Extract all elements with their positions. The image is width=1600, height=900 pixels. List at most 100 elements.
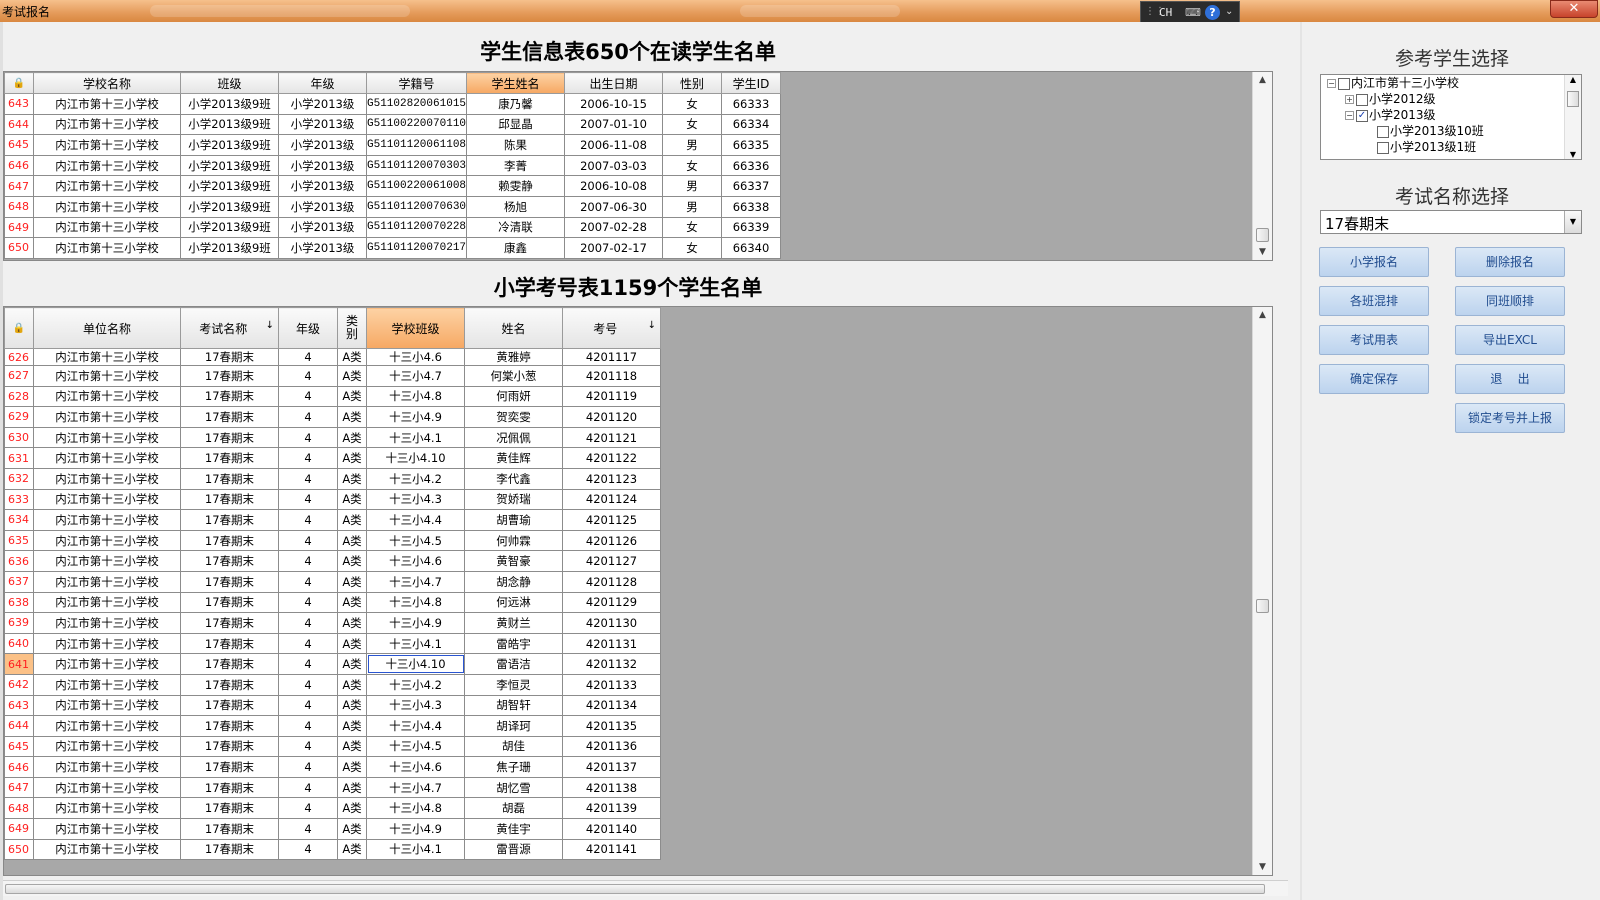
table-cell[interactable]: 内江市第十三小学校 (33, 385, 181, 408)
row-number[interactable]: 638 (4, 591, 34, 614)
table-cell[interactable]: 冷清联 (466, 216, 566, 239)
table-cell[interactable]: 雷皓宇 (464, 632, 563, 655)
student-grid-scrollbar[interactable]: ▲ ▼ (1252, 72, 1272, 260)
table-cell[interactable]: 黄佳辉 (464, 447, 563, 469)
table-cell[interactable]: A类 (337, 509, 367, 531)
table-cell[interactable]: 4201119 (562, 385, 661, 408)
table-cell[interactable]: 十三小4.3 (366, 694, 465, 717)
lock-upload-button[interactable]: 锁定考号并上报 (1455, 403, 1565, 433)
table-cell[interactable]: G51101120070630 (365, 195, 468, 218)
table-cell[interactable]: 内江市第十三小学校 (33, 591, 181, 614)
table-cell[interactable]: 4201140 (562, 818, 661, 840)
table-row[interactable]: 644 内江市第十三小学校 小学2013级9班 小学2013级 G51100220070… (4, 113, 782, 136)
row-number[interactable]: 631 (4, 447, 34, 469)
table-row[interactable]: 643 内江市第十三小学校 小学2013级9班 小学2013级 G51102820061… (4, 93, 782, 115)
table-cell[interactable]: 雷语洁 (464, 653, 563, 675)
table-cell[interactable]: 男 (662, 195, 723, 218)
table-cell[interactable]: 4 (278, 426, 338, 449)
table-cell[interactable]: 内江市第十三小学校 (33, 776, 181, 799)
column-header[interactable]: 考号 ↓ (562, 307, 661, 349)
table-cell[interactable]: 内江市第十三小学校 (33, 797, 181, 820)
table-cell[interactable]: 4201135 (562, 715, 661, 737)
table-cell[interactable]: 十三小4.5 (366, 529, 465, 552)
table-cell[interactable]: 小学2013级 (278, 175, 367, 197)
table-cell[interactable]: 内江市第十三小学校 (33, 818, 181, 840)
scroll-down-icon[interactable]: ▼ (1253, 244, 1272, 260)
column-header[interactable]: 学校名称 (33, 72, 181, 94)
table-cell[interactable]: 赖雯静 (466, 175, 566, 197)
table-cell[interactable]: 17春期末 (180, 426, 279, 449)
table-cell[interactable]: 内江市第十三小学校 (33, 365, 181, 387)
table-cell[interactable]: 4 (278, 776, 338, 799)
table-row[interactable]: 645 内江市第十三小学校 17春期末 4 A类 十三小4.5 胡佳 4201136 (4, 735, 661, 758)
tree-node-2012[interactable]: + 小学2012级 (1345, 91, 1436, 107)
table-cell[interactable]: 4201138 (562, 776, 661, 799)
exam-table-button[interactable]: 考试用表 (1319, 325, 1429, 355)
row-number[interactable]: 649 (4, 216, 34, 239)
table-cell[interactable]: 17春期末 (180, 591, 279, 614)
table-cell[interactable]: 焦子珊 (464, 756, 563, 778)
column-header[interactable]: 学校班级 (366, 307, 465, 349)
table-cell[interactable]: 十三小4.3 (366, 488, 465, 511)
table-cell[interactable]: 李代鑫 (464, 467, 563, 490)
table-cell[interactable]: 4 (278, 365, 338, 387)
table-cell[interactable]: 4201121 (562, 426, 661, 449)
same-class-order-button[interactable]: 同班顺排 (1455, 286, 1565, 316)
column-header[interactable]: 年级 (278, 72, 367, 94)
table-cell[interactable]: 4 (278, 529, 338, 552)
table-cell[interactable]: 内江市第十三小学校 (33, 447, 181, 469)
table-cell[interactable]: 内江市第十三小学校 (33, 195, 181, 218)
table-cell[interactable]: 4201136 (562, 735, 661, 758)
table-cell[interactable]: 4201118 (562, 365, 661, 387)
table-row[interactable]: 645 内江市第十三小学校 小学2013级9班 小学2013级 G51101120061… (4, 134, 782, 156)
table-cell[interactable]: 小学2013级9班 (180, 113, 279, 136)
table-cell[interactable]: 何远淋 (464, 591, 563, 614)
tree-scrollbar[interactable]: ▲ ▼ (1564, 75, 1581, 159)
table-row[interactable]: 628 内江市第十三小学校 17春期末 4 A类 十三小4.8 何雨妍 4201119 (4, 385, 661, 408)
row-number[interactable]: 634 (4, 509, 34, 531)
table-row[interactable]: 630 内江市第十三小学校 17春期末 4 A类 十三小4.1 况佩佩 4201121 (4, 426, 661, 449)
row-number[interactable]: 641 (4, 653, 34, 675)
close-button[interactable]: ✕ (1550, 0, 1598, 18)
lock-icon[interactable]: 🔒 (4, 307, 34, 349)
table-cell[interactable]: 17春期末 (180, 797, 279, 820)
table-cell[interactable]: 17春期末 (180, 529, 279, 552)
table-cell[interactable]: 男 (662, 175, 723, 197)
table-cell[interactable]: A类 (337, 348, 367, 366)
table-cell[interactable]: 4 (278, 406, 338, 428)
ime-toolbar[interactable]: ⋮⋮ CH ⌨ ? ⌄ (1140, 1, 1240, 23)
table-cell[interactable]: 内江市第十三小学校 (33, 237, 181, 259)
table-cell[interactable]: 内江市第十三小学校 (33, 348, 181, 366)
row-number[interactable]: 636 (4, 550, 34, 572)
table-cell[interactable]: 内江市第十三小学校 (33, 632, 181, 655)
table-cell[interactable]: 4 (278, 447, 338, 469)
table-cell[interactable]: 陈果 (466, 134, 566, 156)
table-row[interactable]: 631 内江市第十三小学校 17春期末 4 A类 十三小4.10 黄佳辉 4201122 (4, 447, 661, 469)
table-row[interactable]: 646 内江市第十三小学校 小学2013级9班 小学2013级 G51101120070… (4, 154, 782, 177)
checkbox-icon[interactable] (1377, 141, 1389, 154)
table-cell[interactable]: 17春期末 (180, 715, 279, 737)
table-row[interactable]: 648 内江市第十三小学校 17春期末 4 A类 十三小4.8 胡磊 4201139 (4, 797, 661, 820)
table-cell[interactable]: 4 (278, 488, 338, 511)
table-cell[interactable]: 17春期末 (180, 467, 279, 490)
table-row[interactable]: 626 内江市第十三小学校 17春期末 4 A类 十三小4.6 黄雅婷 4201117 (4, 348, 661, 366)
table-cell[interactable]: 66337 (721, 175, 782, 197)
table-cell[interactable]: G51100220070110 (365, 113, 468, 136)
table-cell[interactable]: 66340 (721, 237, 782, 259)
row-number[interactable]: 627 (4, 365, 34, 387)
table-cell[interactable]: 十三小4.8 (366, 591, 465, 614)
table-cell[interactable]: 17春期末 (180, 838, 279, 861)
table-cell[interactable]: 17春期末 (180, 694, 279, 717)
table-cell[interactable]: A类 (337, 550, 367, 572)
table-cell[interactable]: 胡佳 (464, 735, 563, 758)
keyboard-icon[interactable]: ⌨ (1185, 6, 1201, 19)
table-cell[interactable]: A类 (337, 570, 367, 593)
table-row[interactable]: 632 内江市第十三小学校 17春期末 4 A类 十三小4.2 李代鑫 4201123 (4, 467, 661, 490)
row-number[interactable]: 646 (4, 756, 34, 778)
column-header[interactable]: 学生ID (721, 72, 782, 94)
mixed-arrangement-button[interactable]: 各班混排 (1319, 286, 1429, 316)
sort-arrow-icon[interactable]: ↓ (266, 320, 274, 331)
table-cell[interactable]: 4 (278, 612, 338, 634)
exam-name-select[interactable]: 17春期末 ▼ (1320, 210, 1582, 234)
exit-button[interactable]: 退 出 (1455, 364, 1565, 394)
